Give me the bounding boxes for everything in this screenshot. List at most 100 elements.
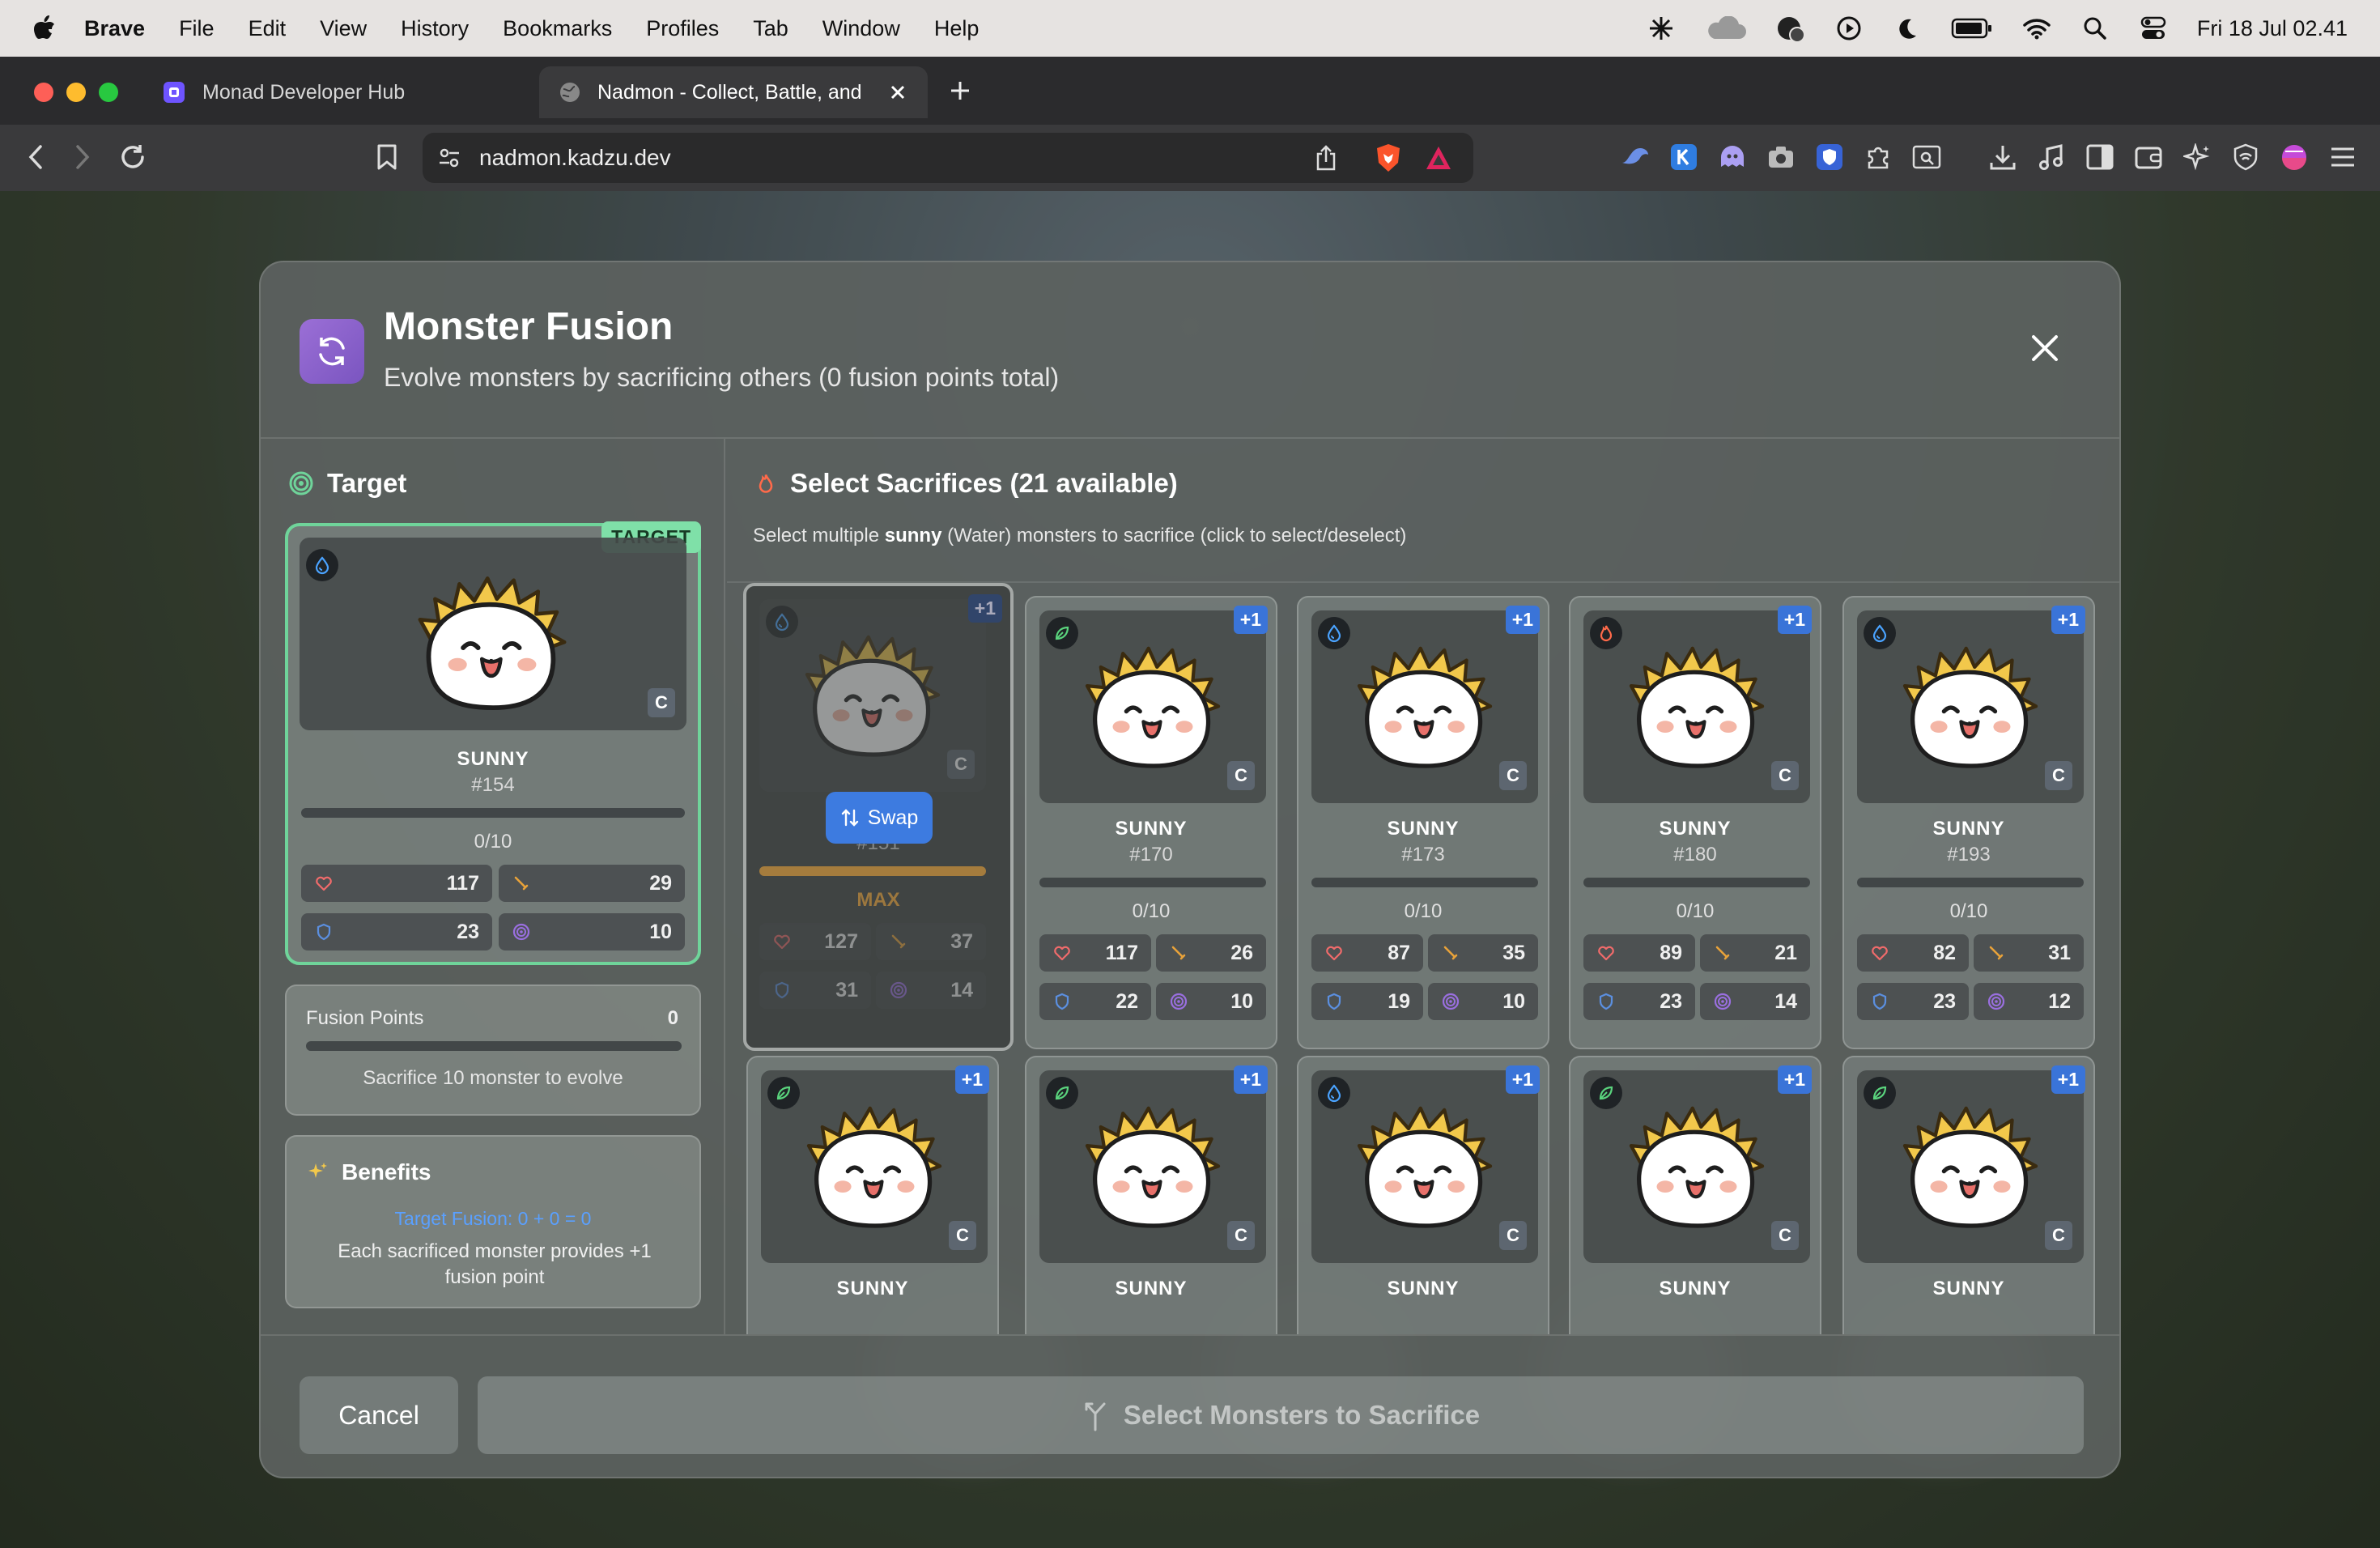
music-icon[interactable]: [2035, 141, 2068, 173]
crosshair-icon: [512, 922, 531, 942]
progress-text: 0/10: [1676, 900, 1715, 922]
sacrifice-card[interactable]: C +1 SUNNY: [746, 1056, 999, 1334]
extension-k-icon[interactable]: [1668, 141, 1700, 173]
menu-bookmarks[interactable]: Bookmarks: [503, 16, 612, 41]
close-window-button[interactable]: [34, 83, 53, 102]
monster-number: #170: [1129, 844, 1173, 865]
extension-ghost-icon[interactable]: [1716, 141, 1749, 173]
close-tab-icon[interactable]: [889, 83, 907, 101]
stat-hp: 82: [1857, 934, 1969, 972]
sunny-monster-image: [1072, 1075, 1234, 1245]
sacrifice-heading-text: Select Sacrifices (21 available): [790, 468, 1178, 498]
menu-help[interactable]: Help: [934, 16, 980, 41]
benefits-box: Benefits Target Fusion: 0 + 0 = 0 Each s…: [285, 1135, 701, 1308]
menu-edit[interactable]: Edit: [249, 16, 287, 41]
sacrifice-card[interactable]: C +1 SUNNY #173 0/10 87 35 19 10: [1297, 596, 1549, 1049]
menu-app-name[interactable]: Brave: [84, 16, 145, 41]
bookmark-icon[interactable]: [371, 141, 403, 173]
crosshair-icon: [1713, 992, 1732, 1011]
leo-ai-icon[interactable]: [2181, 141, 2213, 173]
brave-shields-icon[interactable]: [1375, 142, 1402, 173]
monster-name: SUNNY: [457, 748, 529, 770]
cancel-button[interactable]: Cancel: [300, 1376, 458, 1454]
shield-icon: [1324, 992, 1344, 1011]
wifi-icon[interactable]: [2022, 14, 2051, 43]
menu-tab[interactable]: Tab: [753, 16, 788, 41]
stat-attack: 37: [876, 923, 986, 960]
menu-icon[interactable]: [2327, 141, 2359, 173]
new-tab-icon[interactable]: [949, 79, 971, 102]
extension-bird-icon[interactable]: [1619, 141, 1651, 173]
site-settings-icon[interactable]: [437, 146, 461, 170]
apple-icon[interactable]: [32, 14, 58, 43]
menu-profiles[interactable]: Profiles: [646, 16, 719, 41]
moon-icon[interactable]: [1893, 14, 1922, 43]
clock[interactable]: Fri 18 Jul 02.41: [2197, 16, 2348, 41]
perplexity-icon[interactable]: [1647, 14, 1676, 43]
vpn-icon[interactable]: [2229, 141, 2262, 173]
sunny-monster-image: [1344, 1075, 1506, 1245]
menu-file[interactable]: File: [179, 16, 215, 41]
tab-monad-developer-hub[interactable]: Monad Developer Hub: [154, 66, 526, 118]
select-monsters-button[interactable]: Select Monsters to Sacrifice: [478, 1376, 2084, 1454]
control-center-icon[interactable]: [2139, 14, 2168, 43]
sacrifice-card[interactable]: C +1 SUNNY #170 0/10 117 26 22 10: [1025, 596, 1277, 1049]
attack-value: 26: [1230, 941, 1253, 964]
rarity-badge: C: [949, 1221, 976, 1250]
stat-crit: 14: [1700, 983, 1810, 1020]
defense-value: 31: [835, 978, 858, 1002]
monster-name: SUNNY: [1115, 1278, 1188, 1299]
reader-mode-icon[interactable]: [1910, 141, 1943, 173]
monster-image-frame: C: [1039, 610, 1266, 803]
battery-icon[interactable]: [1951, 14, 1993, 43]
close-icon[interactable]: [2027, 330, 2063, 366]
sacrifice-card[interactable]: C+1SUNNY#151MAX127373114Swap: [743, 583, 1014, 1051]
minimize-window-button[interactable]: [66, 83, 86, 102]
swap-button[interactable]: Swap: [826, 792, 933, 844]
sacrifice-card[interactable]: C +1 SUNNY: [1025, 1056, 1277, 1334]
url-text[interactable]: nadmon.kadzu.dev: [479, 145, 671, 171]
spotlight-search-icon[interactable]: [2080, 14, 2110, 43]
sacrifice-card[interactable]: C +1 SUNNY #193 0/10 82 31 23 12: [1842, 596, 2095, 1049]
downloads-icon[interactable]: [1987, 141, 2019, 173]
brave-rewards-icon[interactable]: [1425, 145, 1452, 171]
sword-icon: [1987, 943, 2006, 963]
sunny-monster-image: [1616, 615, 1778, 785]
forward-icon[interactable]: [66, 141, 99, 173]
sidebar-icon[interactable]: [2084, 141, 2116, 173]
sparkle-icon: [308, 1163, 327, 1178]
sacrifice-card[interactable]: C +1 SUNNY: [1569, 1056, 1821, 1334]
monster-name: SUNNY: [1387, 818, 1460, 840]
menu-history[interactable]: History: [401, 16, 469, 41]
water-element-icon: [766, 606, 798, 638]
rarity-badge: C: [1227, 761, 1255, 790]
stat-defense: 22: [1039, 983, 1151, 1020]
extension-camera-icon[interactable]: [1765, 141, 1797, 173]
cloud-icon[interactable]: [1705, 14, 1747, 43]
profile-avatar-icon[interactable]: [2278, 141, 2310, 173]
wallet-icon[interactable]: [2132, 141, 2165, 173]
sacrifice-card[interactable]: C +1 SUNNY: [1842, 1056, 2095, 1334]
target-monster-card[interactable]: TARGET C SUNNY #154 0/10 117 29 23 10: [285, 521, 701, 965]
menu-window[interactable]: Window: [822, 16, 900, 41]
back-icon[interactable]: [19, 141, 52, 173]
extensions-puzzle-icon[interactable]: [1862, 141, 1894, 173]
sacrifice-card[interactable]: C +1 SUNNY: [1297, 1056, 1549, 1334]
attack-value: 37: [950, 929, 973, 953]
notification-icon[interactable]: [1776, 14, 1805, 43]
menu-view[interactable]: View: [320, 16, 367, 41]
tab-nadmon[interactable]: Nadmon - Collect, Battle, and: [539, 66, 928, 118]
rarity-badge: C: [1227, 1221, 1255, 1250]
extension-shield-icon[interactable]: [1813, 141, 1846, 173]
share-icon[interactable]: [1315, 144, 1337, 172]
target-panel: Target TARGET C SUNNY #154 0/10 117 29 2…: [261, 439, 725, 1334]
benefits-heading: Benefits: [306, 1159, 431, 1185]
hp-value: 89: [1660, 941, 1682, 964]
sacrifice-card[interactable]: C +1 SUNNY #180 0/10 89 21 23 14: [1569, 596, 1821, 1049]
reload-icon[interactable]: [117, 141, 149, 173]
play-icon[interactable]: [1834, 14, 1864, 43]
zoom-window-button[interactable]: [99, 83, 118, 102]
url-bar[interactable]: nadmon.kadzu.dev: [423, 133, 1473, 183]
monster-image-frame: C: [1857, 610, 2084, 803]
rarity-badge: C: [2045, 761, 2072, 790]
